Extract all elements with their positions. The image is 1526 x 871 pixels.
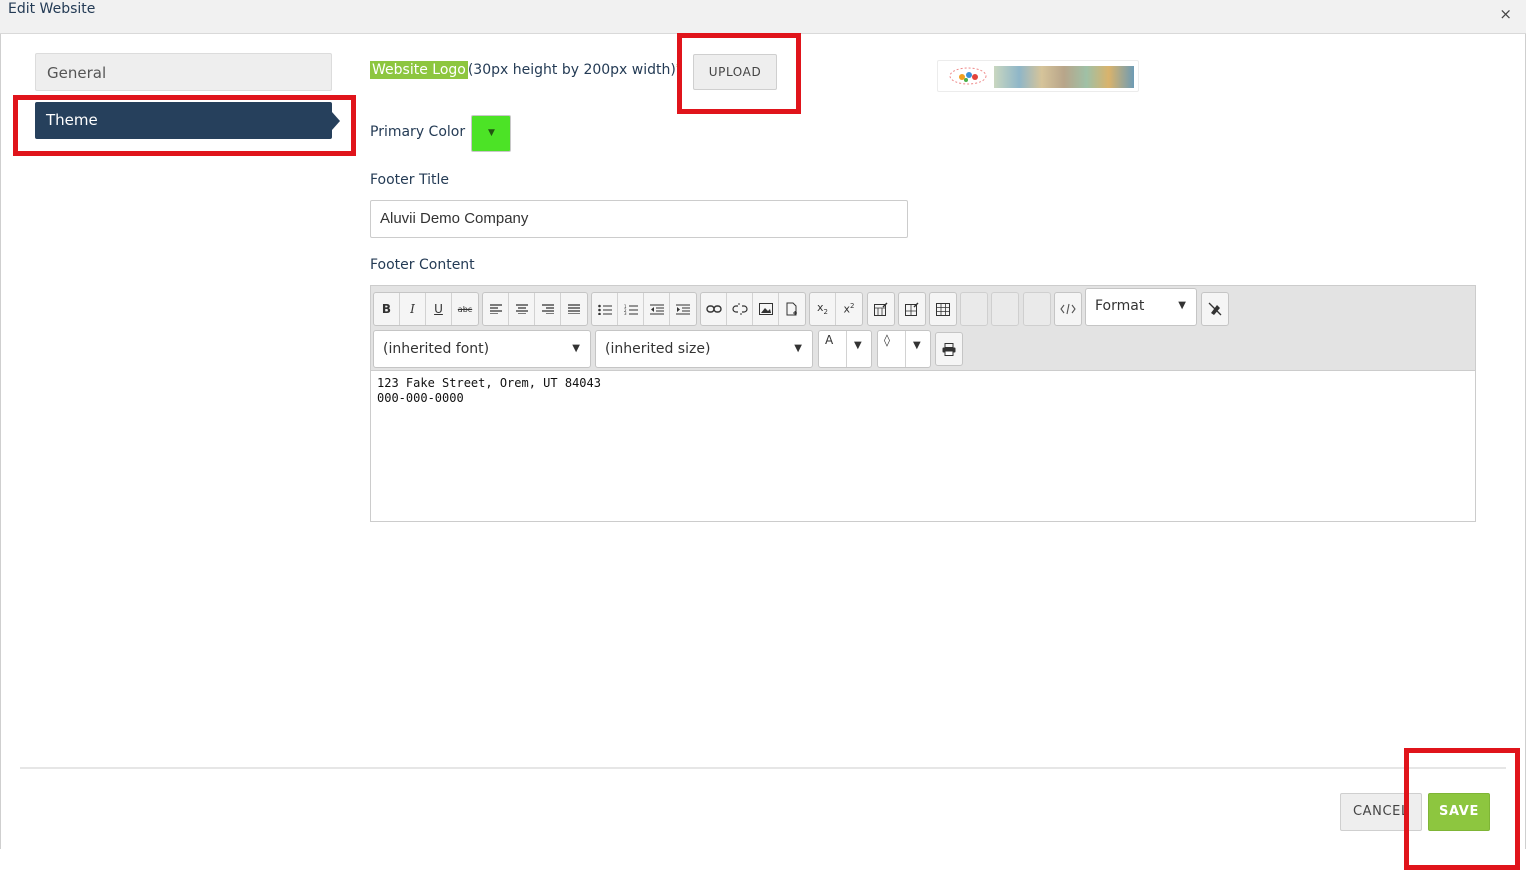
footer-title-label: Footer Title — [370, 172, 449, 188]
text-color-picker[interactable]: A ▼ — [818, 330, 872, 368]
empty-tool-slot[interactable] — [1023, 292, 1051, 326]
chevron-down-icon: ▼ — [572, 343, 580, 354]
font-size-value: (inherited size) — [605, 341, 711, 357]
format-select-label: Format — [1095, 298, 1145, 314]
numbered-list-icon[interactable]: 123 — [618, 293, 644, 325]
footer-title-input[interactable]: Aluvii Demo Company — [370, 200, 908, 238]
chevron-down-icon: ▼ — [794, 343, 802, 354]
background-color-picker[interactable]: ◊ ▼ — [877, 330, 931, 368]
font-family-value: (inherited font) — [383, 341, 490, 357]
bold-icon[interactable]: B — [374, 293, 400, 325]
indent-icon[interactable] — [670, 293, 696, 325]
logo-mark-icon — [949, 67, 987, 85]
bullet-list-icon[interactable] — [592, 293, 618, 325]
font-size-select[interactable]: (inherited size) ▼ — [595, 330, 813, 368]
dialog-title: Edit Website — [8, 1, 96, 17]
subscript-icon[interactable]: x2 — [810, 293, 836, 325]
align-center-icon[interactable] — [509, 293, 535, 325]
text-color-icon: A — [825, 333, 834, 347]
image-icon[interactable] — [753, 293, 779, 325]
chevron-down-icon: ▼ — [913, 340, 921, 351]
tab-theme[interactable]: Theme — [35, 102, 340, 139]
close-icon[interactable]: × — [1499, 5, 1512, 23]
italic-icon[interactable]: I — [400, 293, 426, 325]
align-left-icon[interactable] — [483, 293, 509, 325]
dialog-titlebar: Edit Website × — [0, 0, 1526, 34]
logo-banner-image — [994, 66, 1134, 88]
font-family-select[interactable]: (inherited font) ▼ — [373, 330, 591, 368]
edit-cell-icon[interactable] — [898, 292, 926, 326]
align-group — [482, 292, 588, 326]
edit-table-icon[interactable] — [867, 292, 895, 326]
website-logo-title: Website Logo — [370, 61, 468, 79]
format-select[interactable]: Format ▼ — [1085, 288, 1197, 326]
chevron-down-icon: ▼ — [1178, 300, 1186, 311]
print-icon[interactable] — [935, 332, 963, 366]
editor-content[interactable]: 123 Fake Street, Orem, UT 84043 000-000-… — [377, 376, 601, 406]
superscript-icon[interactable]: x2 — [836, 293, 862, 325]
logo-preview-image — [937, 60, 1139, 92]
editor-line: 123 Fake Street, Orem, UT 84043 — [377, 376, 601, 390]
insert-file-icon[interactable] — [779, 293, 805, 325]
website-logo-label: Website Logo (30px height by 200px width)… — [370, 61, 681, 79]
editor-toolbar: B I U abc 123 x2 x2 Format ▼ (inherited … — [371, 286, 1475, 371]
insert-group — [700, 292, 806, 326]
cancel-button[interactable]: CANCEL — [1340, 793, 1422, 831]
underline-icon[interactable]: U — [426, 293, 452, 325]
empty-tool-slot[interactable] — [960, 292, 988, 326]
chevron-down-icon: ▼ — [488, 128, 495, 138]
dialog-left-border — [0, 34, 1, 849]
save-button[interactable]: SAVE — [1428, 793, 1490, 831]
outdent-icon[interactable] — [644, 293, 670, 325]
website-logo-hint: (30px height by 200px width) — [467, 62, 676, 78]
unlink-icon[interactable] — [727, 293, 753, 325]
insert-table-icon[interactable] — [929, 292, 957, 326]
footer-content-label: Footer Content — [370, 257, 475, 273]
chevron-down-icon: ▼ — [854, 340, 862, 351]
tab-general[interactable]: General — [35, 53, 332, 91]
picker-divider — [846, 331, 847, 367]
required-marker: * — [675, 62, 681, 73]
script-group: x2 x2 — [809, 292, 863, 326]
footer-content-editor[interactable]: B I U abc 123 x2 x2 Format ▼ (inherited … — [370, 285, 1476, 522]
align-justify-icon[interactable] — [561, 293, 587, 325]
empty-tool-slot[interactable] — [991, 292, 1019, 326]
droplet-icon: ◊ — [884, 333, 890, 347]
clear-formatting-icon[interactable] — [1201, 292, 1229, 326]
picker-divider — [905, 331, 906, 367]
svg-text:3: 3 — [624, 311, 627, 315]
editor-line: 000-000-0000 — [377, 391, 464, 405]
align-right-icon[interactable] — [535, 293, 561, 325]
list-group: 123 — [591, 292, 697, 326]
text-style-group: B I U abc — [373, 292, 479, 326]
primary-color-picker[interactable]: ▼ — [471, 115, 511, 152]
link-icon[interactable] — [701, 293, 727, 325]
footer-divider — [20, 767, 1506, 769]
code-view-icon[interactable] — [1054, 292, 1082, 326]
strikethrough-icon[interactable]: abc — [452, 293, 478, 325]
primary-color-label: Primary Color — [370, 124, 466, 140]
upload-button[interactable]: UPLOAD — [693, 54, 777, 90]
